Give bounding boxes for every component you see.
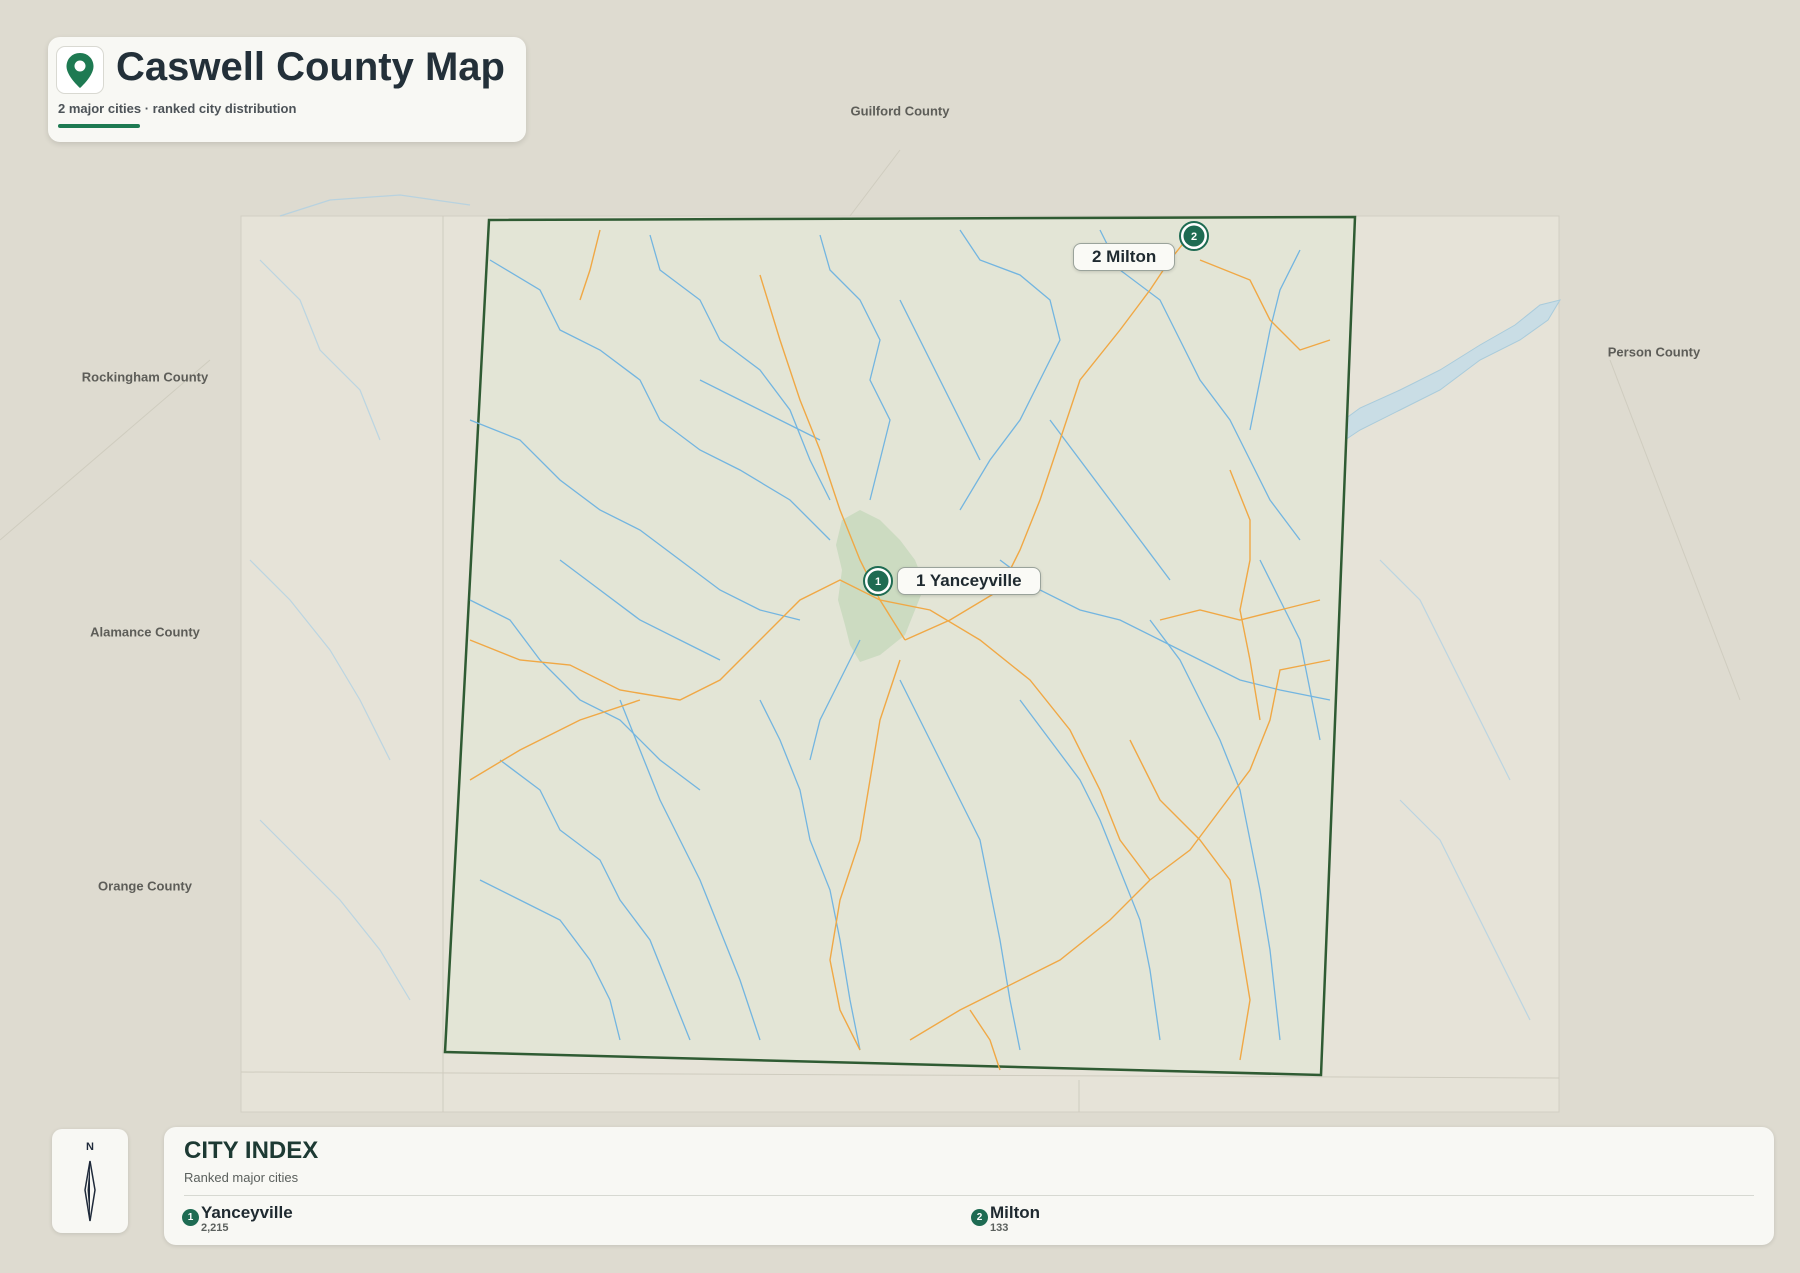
neighbor-label-guilford: Guilford County	[850, 103, 950, 119]
rank-badge: 2	[971, 1209, 988, 1226]
page-subtitle: 2 major cities · ranked city distributio…	[58, 101, 297, 116]
rank-badge: 1	[182, 1209, 199, 1226]
city-index-subtitle: Ranked major cities	[184, 1170, 299, 1185]
city-index-divider	[184, 1195, 1754, 1196]
city-marker-rank: 1	[875, 576, 881, 588]
county-boundary[interactable]	[443, 215, 1357, 1077]
neighbor-label-orange: Orange County	[98, 878, 192, 894]
city-name: Yanceyville	[201, 1203, 293, 1222]
city-marker-milton[interactable]: 2	[1179, 221, 1209, 251]
page-title: Caswell County Map	[116, 45, 505, 89]
city-index-panel: CITY INDEX Ranked major cities 1 Yanceyv…	[164, 1127, 1774, 1245]
neighbor-label-rockingham: Rockingham County	[81, 369, 209, 385]
city-marker-yanceyville[interactable]: 1	[863, 566, 893, 596]
map-canvas[interactable]: 12	[0, 0, 1800, 1273]
city-label-yanceyville[interactable]: 1 Yanceyville	[897, 567, 1041, 595]
river-line	[279, 194, 471, 217]
location-pin-icon	[56, 46, 104, 94]
city-name: Milton	[990, 1203, 1041, 1222]
title-card: Caswell County Map 2 major cities · rank…	[48, 37, 526, 142]
city-index-title: CITY INDEX	[184, 1137, 319, 1164]
neighbor-label-alamance: Alamance County	[90, 624, 200, 640]
city-label-milton[interactable]: 2 Milton	[1073, 243, 1176, 271]
title-underline	[58, 124, 140, 128]
city-population: 2,215	[201, 1222, 229, 1234]
compass: N	[52, 1129, 128, 1233]
compass-needle-icon	[84, 1160, 96, 1222]
city-marker-rank: 2	[1191, 231, 1197, 243]
city-population: 133	[990, 1222, 1009, 1234]
neighbor-label-person: Person County	[1607, 344, 1701, 360]
